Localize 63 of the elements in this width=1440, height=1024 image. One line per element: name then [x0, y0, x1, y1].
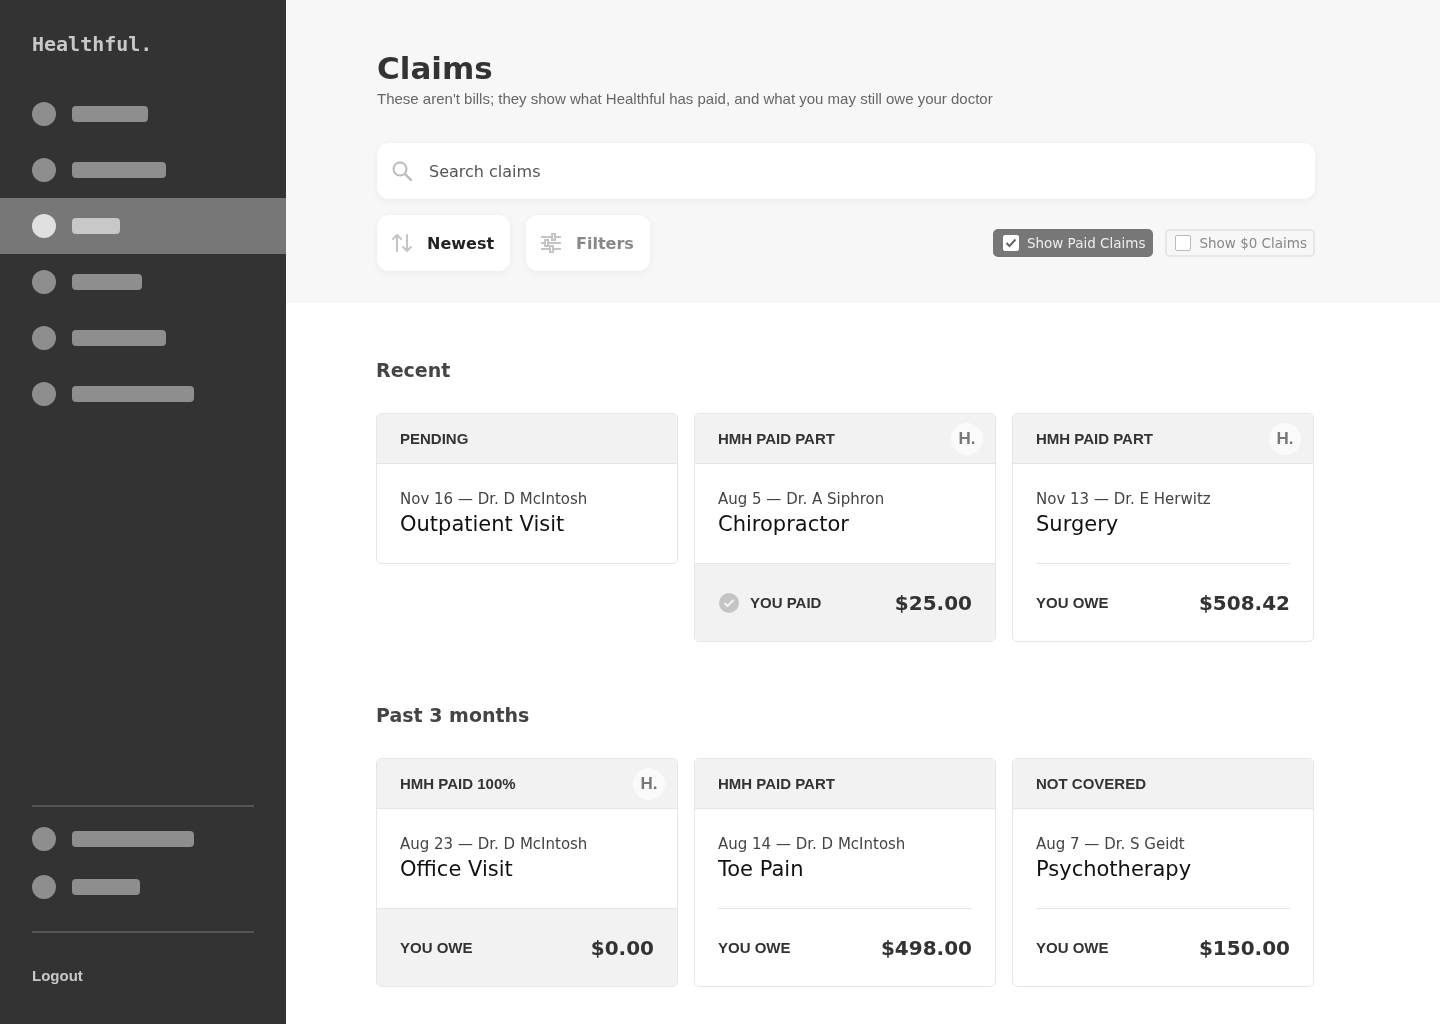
- claim-title: Toe Pain: [718, 857, 805, 881]
- insurer-badge: H.: [951, 422, 983, 455]
- nav-icon: [32, 326, 56, 350]
- sliders-icon: [540, 232, 563, 254]
- page-subtitle: These aren't bills; they show what Healthful has paid, and what you may still owe your doctor: [377, 90, 994, 107]
- placeholder-bar: [72, 218, 120, 234]
- nav-icon: [32, 270, 56, 294]
- claim-date-doctor: Aug 7 — Dr. S Geidt: [1036, 835, 1186, 853]
- claim-title: Office Visit: [400, 857, 514, 881]
- claim-status: HMH PAID PART: [1036, 430, 1153, 447]
- claim-title: Psychotherapy: [1036, 857, 1193, 881]
- search-field[interactable]: Search claims: [377, 143, 1315, 199]
- claim-card[interactable]: NOT COVERED Aug 7 — Dr. S Geidt Psychotherapy YOU OWE $150.00: [1012, 758, 1314, 987]
- amount-value: $508.42: [1198, 590, 1290, 615]
- amount-label: YOU PAID: [750, 594, 822, 611]
- amount-label: YOU OWE: [1036, 939, 1109, 956]
- claim-status: HMH PAID PART: [718, 775, 835, 792]
- claim-card[interactable]: HMH PAID PART Aug 14 — Dr. D McIntosh Toe Pain YOU OWE $498.00: [694, 758, 996, 987]
- nav-icon: [32, 827, 56, 851]
- app-logo: Healthful.: [31, 32, 154, 56]
- claim-date-doctor: Aug 5 — Dr. A Siphron: [718, 490, 886, 508]
- page-title: Claims: [377, 50, 494, 86]
- claim-title: Outpatient Visit: [400, 512, 566, 536]
- insurer-badge: H.: [1269, 422, 1301, 455]
- amount-label: YOU OWE: [400, 939, 473, 956]
- claim-status: PENDING: [400, 430, 469, 447]
- section-heading: Past 3 months: [376, 704, 531, 726]
- claim-date-doctor: Nov 13 — Dr. E Herwitz: [1036, 490, 1212, 508]
- placeholder-bar: [72, 879, 140, 895]
- sort-button[interactable]: Newest: [377, 215, 511, 271]
- claim-card[interactable]: HMH PAID PART H. Aug 5 — Dr. A Siphron Chiropractor YOU PAID $25.00: [694, 413, 996, 642]
- insurer-badge: H.: [633, 767, 665, 800]
- claim-date-doctor: Aug 14 — Dr. D McIntosh: [718, 835, 907, 853]
- nav-icon: [32, 102, 56, 126]
- placeholder-bar: [72, 274, 142, 290]
- claim-status: HMH PAID PART: [718, 430, 835, 447]
- nav-icon: [32, 158, 56, 182]
- logout-link[interactable]: Logout: [0, 933, 286, 984]
- claim-date-doctor: Nov 16 — Dr. D McIntosh: [400, 490, 589, 508]
- claim-card[interactable]: PENDING Nov 16 — Dr. D McIntosh Outpatient Visit: [376, 413, 678, 564]
- section-heading: Recent: [376, 359, 452, 381]
- filters-button[interactable]: Filters: [526, 215, 650, 271]
- checkbox: [1175, 235, 1192, 251]
- sort-icon: [391, 232, 413, 254]
- amount-label: YOU OWE: [1036, 594, 1109, 611]
- nav-icon: [32, 875, 56, 899]
- claim-card[interactable]: HMH PAID 100% H. Aug 23 — Dr. D McIntosh Office Visit YOU OWE $0.00: [376, 758, 678, 987]
- claim-date-doctor: Aug 23 — Dr. D McIntosh: [400, 835, 589, 853]
- amount-label: YOU OWE: [718, 939, 791, 956]
- claim-title: Surgery: [1036, 512, 1120, 536]
- amount-value: $25.00: [894, 590, 972, 615]
- claim-card[interactable]: HMH PAID PART H. Nov 13 — Dr. E Herwitz Surgery YOU OWE $508.42: [1012, 413, 1314, 642]
- claim-status: NOT COVERED: [1036, 775, 1146, 792]
- amount-value: $0.00: [590, 935, 654, 960]
- claim-status: HMH PAID 100%: [400, 775, 516, 792]
- nav-item[interactable]: [0, 198, 286, 254]
- claim-title: Chiropractor: [718, 512, 850, 536]
- amount-value: $150.00: [1198, 935, 1290, 960]
- nav-icon: [32, 214, 56, 238]
- check-circle-icon: [718, 591, 740, 614]
- amount-value: $498.00: [880, 935, 972, 960]
- filter-toggle[interactable]: Show Paid Claims: [992, 229, 1154, 257]
- nav-icon: [32, 382, 56, 406]
